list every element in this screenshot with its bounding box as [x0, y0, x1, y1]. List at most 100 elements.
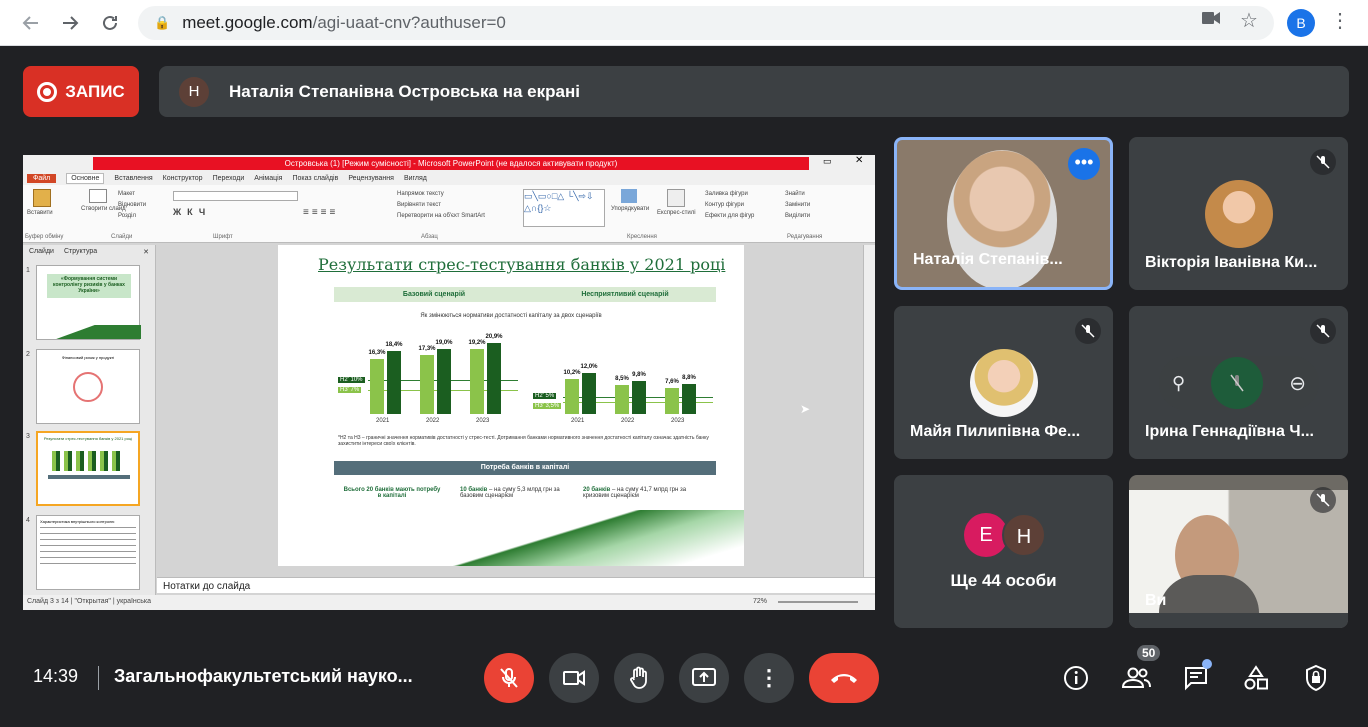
lock-icon: 🔒: [154, 15, 171, 30]
tab-insert[interactable]: Вставлення: [114, 175, 152, 182]
notes-field[interactable]: Нотатки до слайда: [157, 577, 875, 593]
participant-tile[interactable]: Майя Пилипівна Фе...: [894, 306, 1113, 459]
slide-thumbnail[interactable]: Фінансовий ризик у продукті: [36, 349, 140, 424]
people-icon: [1121, 667, 1151, 688]
select-button[interactable]: Виділити: [785, 211, 810, 222]
slide-title: Результати стрес-тестування банків у 202…: [318, 255, 726, 274]
recording-indicator[interactable]: ЗАПИС: [23, 66, 139, 117]
mute-participant-icon[interactable]: [1211, 357, 1264, 409]
browser-menu-icon[interactable]: ⋮: [1330, 8, 1350, 33]
pin-icon[interactable]: ⚲: [1172, 373, 1185, 394]
pane-close-icon[interactable]: ✕: [143, 248, 149, 256]
tab-slides[interactable]: Слайди: [29, 248, 54, 256]
tab-file[interactable]: Файл: [27, 173, 57, 183]
bar-value-label: 19,2%: [468, 339, 486, 346]
tab-transitions[interactable]: Переходи: [213, 175, 245, 182]
tab-outline[interactable]: Структура: [64, 248, 97, 256]
current-slide[interactable]: Результати стрес-тестування банків у 202…: [278, 245, 744, 566]
end-call-button[interactable]: [809, 653, 879, 703]
slide-thumbnail-selected[interactable]: Результати стрес-тестування банків у 202…: [36, 431, 140, 506]
shape-fill-button[interactable]: Заливка фігури: [705, 189, 754, 200]
paste-button[interactable]: Вставити: [27, 189, 53, 216]
layout-button[interactable]: Макет: [118, 189, 146, 200]
bar-value-label: 20,9%: [485, 333, 503, 340]
present-icon: [692, 668, 716, 686]
camera-toggle-button[interactable]: [549, 653, 599, 703]
chart-bar: [470, 348, 484, 414]
thumb-text-lines: [40, 527, 136, 567]
status-language: українська: [116, 598, 152, 605]
camera-permission-icon[interactable]: [1202, 10, 1220, 30]
present-button[interactable]: [679, 653, 729, 703]
tab-review[interactable]: Рецензування: [348, 175, 394, 182]
activities-icon: [1244, 665, 1268, 690]
url-path: /agi-uaat-cnv?authuser=0: [312, 13, 506, 32]
host-controls-button[interactable]: [1301, 663, 1331, 693]
shape-effects-button[interactable]: Ефекти для фігур: [705, 211, 754, 222]
mic-off-icon: [1310, 318, 1336, 344]
font-name-field[interactable]: [173, 191, 298, 201]
profile-avatar[interactable]: B: [1287, 9, 1315, 37]
participant-name: Ви: [1145, 592, 1167, 609]
vertical-scrollbar[interactable]: [863, 245, 875, 577]
shapes-gallery[interactable]: ▭╲▭○□△ └╲⇨⇩ △∩{}☆: [523, 189, 605, 227]
thumb-diagram: [73, 372, 103, 402]
participant-tile-speaker[interactable]: ••• Наталія Степанів...: [894, 137, 1113, 290]
address-bar[interactable]: 🔒 meet.google.com/agi-uaat-cnv?authuser=…: [138, 6, 1274, 40]
chart-bar: [420, 355, 434, 414]
meeting-name[interactable]: Загальнофакультетський науко...: [114, 666, 413, 687]
people-button[interactable]: [1121, 663, 1151, 693]
close-icon[interactable]: ✕: [855, 155, 863, 166]
ppt-statusbar: Слайд 3 з 14 | "Открытая" | українська 7…: [23, 595, 875, 610]
replace-button[interactable]: Замінити: [785, 200, 810, 211]
speaker-video: [947, 150, 1057, 287]
text-direction-button[interactable]: Напрямок тексту: [397, 189, 485, 200]
tab-animations[interactable]: Анімація: [254, 175, 282, 182]
reload-icon[interactable]: [95, 8, 125, 38]
smartart-button[interactable]: Перетворити на об'єкт SmartArt: [397, 211, 485, 222]
group-slides: Слайди: [111, 234, 133, 240]
tab-home[interactable]: Основне: [66, 172, 105, 184]
align-text-button[interactable]: Вирівняти текст: [397, 200, 485, 211]
raise-hand-icon: [630, 666, 647, 689]
chat-button[interactable]: [1181, 659, 1212, 693]
raise-hand-button[interactable]: [614, 653, 664, 703]
chart-bar: [682, 384, 696, 414]
slide-thumbnail[interactable]: Характеристика внутрішнього контролю: [36, 515, 140, 590]
zoom-slider[interactable]: [778, 601, 858, 603]
align-buttons[interactable]: ≡≡≡≡: [303, 207, 338, 218]
more-options-button[interactable]: ⋮: [744, 653, 794, 703]
activities-button[interactable]: [1241, 663, 1271, 693]
find-button[interactable]: Знайти: [785, 189, 810, 200]
section-button[interactable]: Розділ: [118, 211, 146, 222]
back-icon[interactable]: [16, 8, 46, 38]
participant-tile[interactable]: ⚲ ⊖ Ірина Геннадіївна Ч...: [1129, 306, 1348, 459]
mic-off-icon: [1310, 487, 1336, 513]
meeting-details-button[interactable]: [1061, 663, 1091, 693]
restore-icon[interactable]: ▭: [823, 156, 832, 167]
tab-view[interactable]: Вигляд: [404, 175, 427, 182]
thumb-title: «Формування системи контролінгу ризиків …: [47, 274, 131, 298]
remove-icon[interactable]: ⊖: [1289, 371, 1306, 396]
slides-pane: Слайди Структура ✕ 1 «Формування системи…: [23, 245, 156, 597]
slide-editing-area[interactable]: Результати стрес-тестування банків у 202…: [157, 245, 875, 577]
slide-thumbnail[interactable]: «Формування системи контролінгу ризиків …: [36, 265, 141, 340]
more-participants-tile[interactable]: Е Н Ще 44 особи: [894, 475, 1113, 628]
thumb-number: 1: [26, 267, 30, 274]
threshold-label-n2: Н2' 10%: [338, 377, 365, 383]
more-options-icon[interactable]: •••: [1068, 148, 1100, 180]
arrange-button[interactable]: Упорядкувати: [611, 189, 649, 212]
tab-slideshow[interactable]: Показ слайдів: [292, 175, 338, 182]
mic-toggle-button[interactable]: [484, 653, 534, 703]
participant-tile[interactable]: Вікторія Іванівна Ки...: [1129, 137, 1348, 290]
mouse-cursor-icon: ➤: [800, 402, 811, 416]
quick-styles-button[interactable]: Експрес-стилі: [657, 189, 696, 216]
reset-button[interactable]: Відновити: [118, 200, 146, 211]
participant-name: Ірина Геннадіївна Ч...: [1145, 423, 1314, 440]
bookmark-star-icon[interactable]: ☆: [1240, 8, 1258, 33]
font-format-buttons[interactable]: ЖКЧ: [173, 207, 211, 217]
forward-icon[interactable]: [55, 8, 85, 38]
tab-design[interactable]: Конструктор: [163, 175, 203, 182]
self-video-tile[interactable]: Ви: [1129, 475, 1348, 628]
shape-outline-button[interactable]: Контур фігури: [705, 200, 754, 211]
